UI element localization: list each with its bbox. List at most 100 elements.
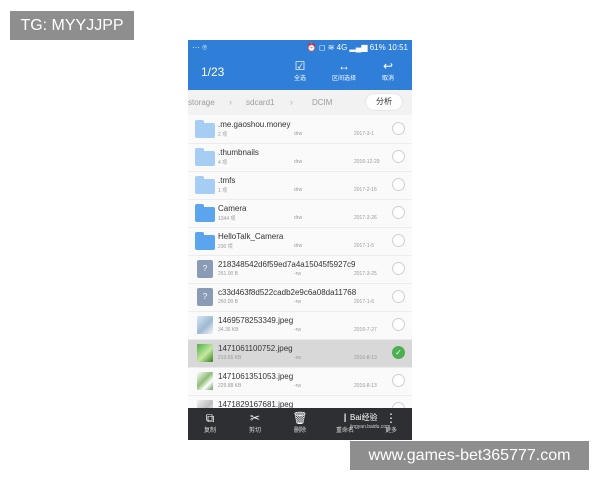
selection-checkbox[interactable]	[392, 234, 405, 247]
file-size: 213.65 KB	[218, 355, 242, 361]
range-select-label: 区间选择	[331, 76, 356, 82]
file-date: 2017-1-6	[354, 299, 375, 305]
file-name: .thumbnails	[218, 148, 259, 157]
file-size: 34.36 KB	[218, 327, 239, 333]
checkbox-icon: ☑	[294, 59, 306, 73]
folder-body-shape	[195, 235, 215, 250]
file-actions-bar: ⧉ 复制 ✂ 剪切 🗑 删除 I 重命名 ⋮ 更多 Bai经验 jingyan.…	[188, 408, 412, 440]
delete-label: 删除	[293, 428, 306, 434]
baidu-watermark-title: Bai经验	[350, 413, 378, 422]
file-date: 2017-3-1	[354, 131, 375, 137]
selection-checkbox[interactable]	[392, 178, 405, 191]
folder-body-shape	[195, 151, 215, 166]
select-all-button[interactable]: ☑ 全选	[282, 58, 318, 88]
copy-button[interactable]: ⧉ 复制	[196, 411, 224, 436]
list-item[interactable]: .thumbnails 4 项 drw 2016-12-29	[188, 144, 412, 172]
file-name: .me.gaoshou.money	[218, 120, 291, 129]
breadcrumb-sdcard1[interactable]: sdcard1	[246, 98, 274, 107]
list-item[interactable]: ? c33d463f8d522cadb2e9c6a08da11768 260.0…	[188, 284, 412, 312]
file-permissions: -rw	[294, 271, 301, 277]
site-watermark: www.games-bet365777.com	[350, 441, 589, 470]
image-thumbnail	[197, 372, 213, 390]
cut-button[interactable]: ✂ 剪切	[241, 411, 269, 436]
folder-icon	[195, 204, 215, 222]
image-thumbnail-icon	[195, 372, 215, 390]
analyze-button[interactable]: 分析	[366, 94, 402, 110]
list-item[interactable]: .me.gaoshou.money 2 项 drw 2017-3-1	[188, 116, 412, 144]
file-size: 2 项	[218, 132, 228, 138]
file-permissions: -rw	[294, 355, 301, 361]
file-date: 2016-8-13	[354, 355, 377, 361]
file-size: 1344 项	[218, 216, 236, 222]
cancel-button[interactable]: ↩ 取消	[370, 58, 406, 88]
selected-checkmark-icon[interactable]: ✓	[392, 346, 405, 359]
folder-icon	[195, 176, 215, 194]
file-name: HelloTalk_Camera	[218, 232, 284, 241]
file-date: 2017-3-26	[354, 215, 377, 221]
image-thumbnail-icon	[195, 344, 215, 362]
selection-toolbar: 1/23 ☑ 全选 ↔ 区间选择 ↩ 取消	[188, 55, 412, 90]
file-size: 230 项	[218, 244, 233, 250]
breadcrumb-dcim[interactable]: DCIM	[312, 98, 332, 107]
selection-checkbox[interactable]	[392, 150, 405, 163]
file-name: .tmfs	[218, 176, 236, 185]
range-icon: ↔	[338, 59, 350, 73]
breadcrumb: storage › sdcard1 › DCIM 分析	[188, 90, 412, 115]
folder-body-shape	[195, 207, 215, 222]
file-size: 4 项	[218, 160, 228, 166]
unknown-file-icon: ?	[195, 260, 215, 278]
file-permissions: drw	[294, 131, 303, 137]
list-item[interactable]: Camera 1344 项 drw 2017-3-26	[188, 200, 412, 228]
folder-body-shape	[195, 123, 215, 138]
selection-checkbox[interactable]	[392, 262, 405, 275]
chevron-right-icon: ›	[229, 97, 232, 107]
trash-icon: 🗑	[292, 411, 308, 425]
selection-checkbox[interactable]	[392, 290, 405, 303]
list-item[interactable]: ? 218348542d6f59ed7a4a15045f5927c9 261.0…	[188, 256, 412, 284]
folder-body-shape	[195, 179, 215, 194]
list-item-selected[interactable]: 1471061100752.jpeg 213.65 KB -rw 2016-8-…	[188, 340, 412, 368]
file-date: 2016-7-27	[354, 327, 377, 333]
status-bar: ··· ⌾ ⏰ ◻ ≋ 4G ▂▄▆ 61% 10:51	[188, 40, 412, 55]
selection-checkbox[interactable]	[392, 122, 405, 135]
file-date: 2016-12-29	[354, 159, 380, 165]
unknown-file-glyph: ?	[197, 288, 213, 306]
file-date: 2017-3-25	[354, 271, 377, 277]
baidu-watermark-url: jingyan.baidu.com	[350, 424, 391, 430]
file-name: 1469578253349.jpeg	[218, 316, 294, 325]
range-select-button[interactable]: ↔ 区间选择	[326, 58, 362, 88]
breadcrumb-storage[interactable]: storage	[188, 98, 215, 107]
cancel-label: 取消	[381, 76, 394, 82]
file-permissions: drw	[294, 215, 303, 221]
cut-label: 剪切	[248, 428, 261, 434]
list-item[interactable]: 1471061351053.jpeg 229.88 KB -rw 2016-8-…	[188, 368, 412, 396]
file-size: 1 项	[218, 188, 228, 194]
file-name: c33d463f8d522cadb2e9c6a08da11768	[218, 288, 357, 297]
file-permissions: -rw	[294, 383, 301, 389]
folder-icon	[195, 120, 215, 138]
image-thumbnail	[197, 316, 213, 334]
undo-icon: ↩	[382, 59, 394, 73]
status-left-icons: ··· ⌾	[192, 43, 208, 52]
list-item[interactable]: 1469578253349.jpeg 34.36 KB -rw 2016-7-2…	[188, 312, 412, 340]
file-manager-phone-screen: ··· ⌾ ⏰ ◻ ≋ 4G ▂▄▆ 61% 10:51 1/23 ☑ 全选 ↔…	[188, 40, 412, 440]
delete-button[interactable]: 🗑 删除	[286, 411, 314, 436]
file-name: 1471061100752.jpeg	[218, 344, 293, 353]
list-item[interactable]: HelloTalk_Camera 230 项 drw 2017-1-5	[188, 228, 412, 256]
file-name: 218348542d6f59ed7a4a15045f5927c9	[218, 260, 356, 269]
select-all-label: 全选	[293, 76, 306, 82]
file-size: 260.00 B	[218, 299, 239, 305]
selection-checkbox[interactable]	[392, 318, 405, 331]
selection-checkbox[interactable]	[392, 206, 405, 219]
selection-checkbox[interactable]	[392, 374, 405, 387]
image-thumbnail	[197, 344, 213, 362]
file-permissions: drw	[294, 159, 303, 165]
chevron-right-icon: ›	[290, 97, 293, 107]
file-list: .me.gaoshou.money 2 项 drw 2017-3-1 .thum…	[188, 116, 412, 424]
file-date: 2017-1-5	[354, 243, 375, 249]
list-item[interactable]: .tmfs 1 项 drw 2017-2-16	[188, 172, 412, 200]
file-permissions: -rw	[294, 327, 301, 333]
file-date: 2016-8-13	[354, 383, 377, 389]
folder-icon	[195, 232, 215, 250]
image-thumbnail-icon	[195, 316, 215, 334]
